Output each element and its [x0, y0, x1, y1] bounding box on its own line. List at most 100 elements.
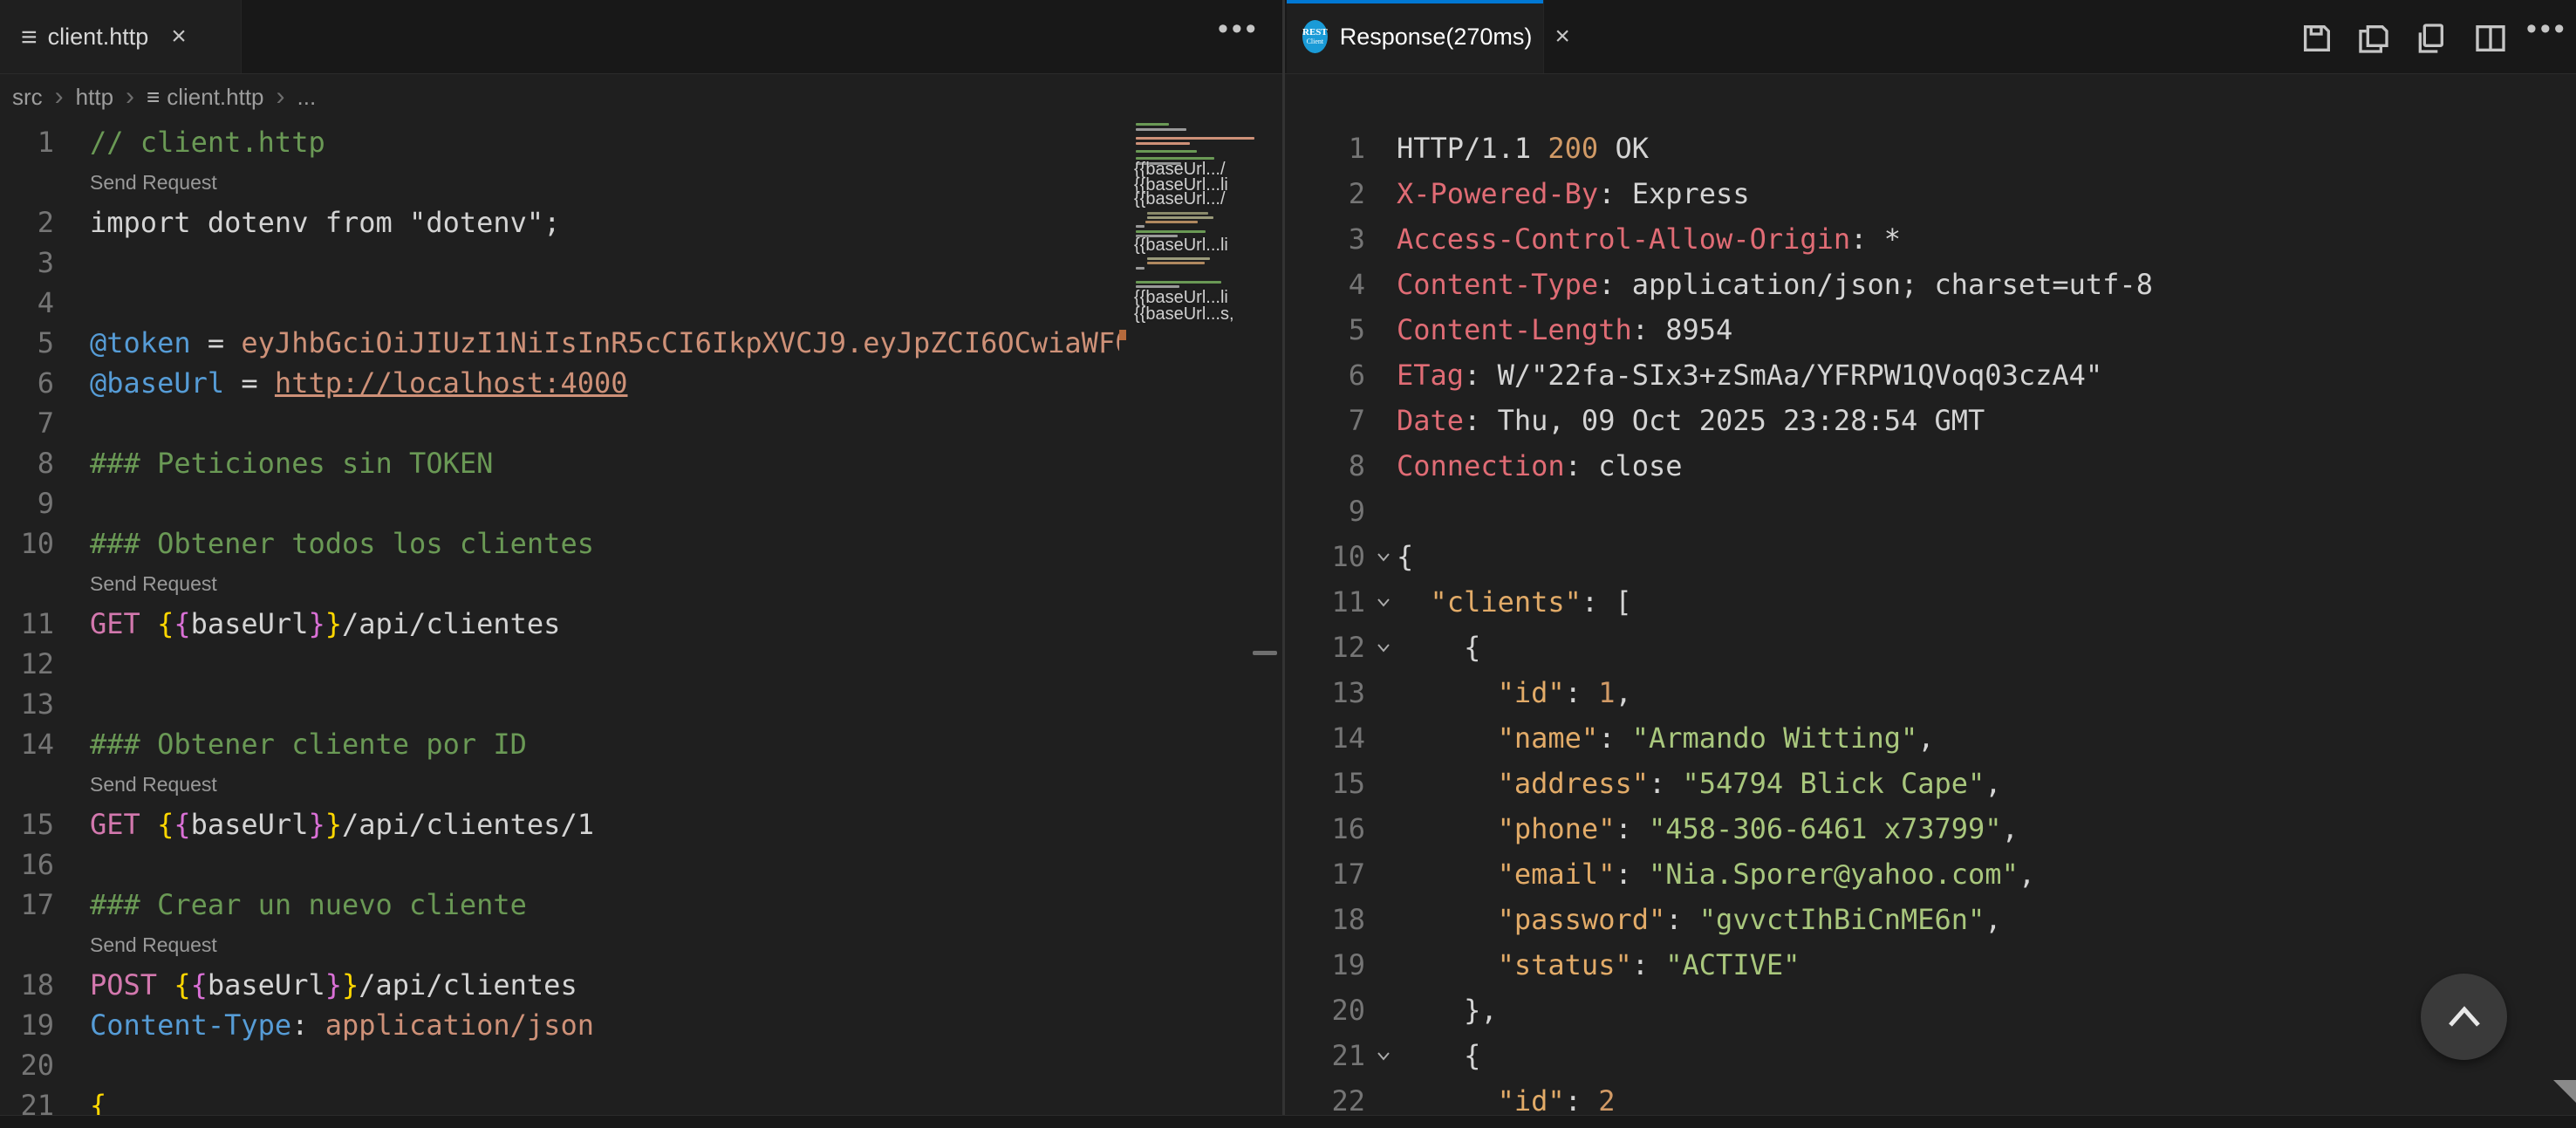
tab-response[interactable]: REST Client Response(270ms) ×: [1287, 0, 1544, 73]
send-request-link[interactable]: Send Request: [90, 764, 217, 804]
code-line: 9: [1285, 489, 2576, 534]
minimap-section-header: {{baseUrl...li: [1134, 236, 1228, 256]
minimap-line: [1147, 216, 1213, 219]
minimap[interactable]: {{baseUrl.../{{baseUrl...li{{baseUrl.../…: [1124, 120, 1259, 1115]
fold-chevron-icon[interactable]: [1372, 1044, 1395, 1071]
code-text: "address": "54794 Blick Cape",: [1397, 761, 2002, 806]
close-tab-icon[interactable]: ×: [1554, 24, 1570, 50]
left-editor[interactable]: 1// client.httpSend Request2import doten…: [0, 120, 1119, 1127]
line-number: 8: [1285, 443, 1365, 489]
line-number: 12: [1285, 625, 1365, 670]
code-line: 2 import dotenv from "dotenv";: [0, 202, 1119, 243]
minimap-line: [1136, 281, 1221, 284]
line-number: 5: [1285, 307, 1365, 352]
send-request-link[interactable]: Send Request: [90, 925, 217, 965]
code-line: 7: [0, 403, 1119, 443]
code-text: Connection: close: [1397, 443, 1683, 489]
code-line: 5@token = eyJhbGciOiJIUzI1NiIsInR5cCI6Ik…: [0, 323, 1119, 363]
code-text: },: [1397, 988, 1498, 1033]
line-number: 20: [0, 1045, 54, 1085]
right-more-actions-icon[interactable]: •••: [2526, 12, 2568, 46]
code-line: 21 {: [1285, 1033, 2576, 1078]
code-line: 20: [0, 1045, 1119, 1085]
breadcrumb-separator-icon: ›: [126, 82, 134, 112]
code-text: GET {{baseUrl}}/api/clientes/1: [90, 804, 594, 844]
line-number: 11: [1285, 579, 1365, 625]
code-text: HTTP/1.1 200 OK: [1397, 126, 1649, 171]
code-line: 2 X-Powered-By: Express: [1285, 171, 2576, 216]
code-line: 12 {: [1285, 625, 2576, 670]
line-number: 1: [1285, 126, 1365, 171]
line-number: 7: [1285, 398, 1365, 443]
codelens-row: Send Request: [0, 162, 1119, 202]
fold-chevron-icon[interactable]: [1372, 591, 1395, 618]
code-line: 15 "address": "54794 Blick Cape",: [1285, 761, 2576, 806]
code-line: 12: [0, 644, 1119, 684]
minimap-line: [1136, 267, 1145, 270]
line-number: 4: [0, 283, 54, 323]
codelens-row: Send Request: [0, 564, 1119, 604]
minimap-line: [1147, 212, 1208, 215]
left-more-actions-icon[interactable]: •••: [1218, 12, 1260, 46]
breadcrumb-separator-icon: ›: [277, 82, 285, 112]
line-number: 18: [0, 965, 54, 1005]
fold-chevron-icon[interactable]: [1372, 545, 1395, 572]
code-line: 6ETag: W/"22fa-SIx3+zSmAa/YFRPW1QVoq03cz…: [1285, 352, 2576, 398]
line-number: 17: [1285, 851, 1365, 897]
line-number: 15: [0, 804, 54, 844]
breadcrumb-item[interactable]: client.http: [167, 84, 263, 111]
code-text: ### Peticiones sin TOKEN: [90, 443, 493, 483]
minimap-line: [1136, 150, 1197, 153]
copy-icon[interactable]: [2413, 21, 2448, 56]
minimap-line: [1147, 262, 1205, 264]
http-file-icon: ≡: [21, 21, 38, 53]
line-number: 13: [0, 684, 54, 724]
code-line: 10{: [1285, 534, 2576, 579]
code-text: Date: Thu, 09 Oct 2025 23:28:54 GMT: [1397, 398, 1985, 443]
code-text: ### Obtener todos los clientes: [90, 523, 594, 564]
minimap-section-header: {{baseUrl...s,: [1134, 304, 1234, 325]
tab-client-http[interactable]: ≡ client.http ×: [0, 0, 242, 73]
split-editor-icon[interactable]: [2473, 21, 2508, 56]
code-text: Content-Type: application/json; charset=…: [1397, 262, 2153, 307]
fold-chevron-icon[interactable]: [1372, 636, 1395, 663]
code-line: 9: [0, 483, 1119, 523]
codelens-row: Send Request: [0, 925, 1119, 965]
code-line: 8### Peticiones sin TOKEN: [0, 443, 1119, 483]
line-number: 9: [0, 483, 54, 523]
send-request-link[interactable]: Send Request: [90, 564, 217, 604]
line-number: 2: [0, 202, 54, 243]
minimap-marker: [1119, 330, 1126, 340]
code-text: "clients": [: [1397, 579, 1632, 625]
send-request-link[interactable]: Send Request: [90, 162, 217, 202]
code-line: 3Access-Control-Allow-Origin: *: [1285, 216, 2576, 262]
response-editor[interactable]: 1 HTTP/1.1 200 OK 2 X-Powered-By: Express3A…: [1285, 74, 2576, 1127]
scrollbar-handle[interactable]: [1253, 651, 1277, 655]
line-number: 10: [1285, 534, 1365, 579]
code-line: 16 "phone": "458-306-6461 x73799",: [1285, 806, 2576, 851]
code-text: Content-Length: 8954: [1397, 307, 1732, 352]
code-line: 13 "id": 1,: [1285, 670, 2576, 715]
breadcrumb-item[interactable]: src: [12, 84, 43, 111]
code-line: 3: [0, 243, 1119, 283]
minimap-line: [1147, 257, 1210, 260]
breadcrumb-item[interactable]: ...: [297, 84, 317, 111]
minimap-line: [1136, 142, 1190, 145]
line-number: 17: [0, 885, 54, 925]
close-tab-icon[interactable]: ×: [171, 24, 187, 50]
line-number: 13: [1285, 670, 1365, 715]
code-text: {: [1397, 625, 1480, 670]
breadcrumb-item[interactable]: http: [76, 84, 113, 111]
line-number: 2: [1285, 171, 1365, 216]
code-text: "email": "Nia.Sporer@yahoo.com",: [1397, 851, 2035, 897]
code-text: import dotenv from "dotenv";: [90, 202, 560, 243]
breadcrumb-separator-icon: ›: [55, 82, 64, 112]
rest-client-icon: REST Client: [1302, 20, 1328, 53]
minimap-line: [1136, 225, 1145, 228]
save-all-icon[interactable]: [2356, 21, 2391, 56]
line-number: 10: [0, 523, 54, 564]
minimap-line: [1136, 123, 1169, 126]
scroll-to-top-button[interactable]: [2421, 974, 2507, 1060]
save-icon[interactable]: [2299, 21, 2334, 56]
code-text: X-Powered-By: Express: [1397, 171, 1750, 216]
